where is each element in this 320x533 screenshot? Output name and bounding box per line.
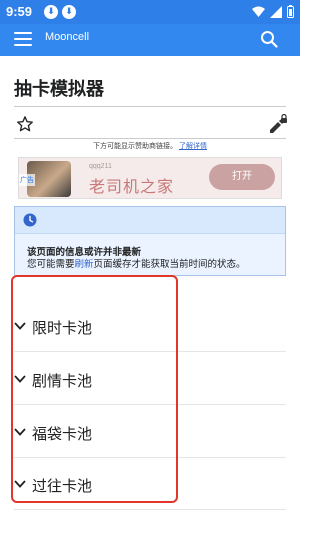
section-label: 限时卡池	[32, 319, 93, 337]
ad-banner[interactable]: 广告 qqq211 老司机之家 打开	[18, 157, 282, 199]
menu-icon[interactable]	[14, 32, 32, 48]
ad-headline: 老司机之家	[89, 177, 175, 196]
status-time: 9:59	[6, 4, 33, 19]
outdated-notice: 该页面的信息或许并非最新 您可能需要刷新页面缓存才能获取当前时间的状态。	[14, 206, 286, 276]
chevron-down-icon	[14, 428, 26, 436]
notice-title: 该页面的信息或许并非最新	[27, 247, 142, 258]
notice-body-prefix: 您可能需要	[27, 259, 75, 270]
refresh-link[interactable]: 刷新	[75, 259, 94, 270]
app-title: Mooncell	[45, 31, 90, 43]
section-label: 福袋卡池	[32, 425, 93, 443]
notice-header	[15, 207, 285, 234]
star-icon[interactable]	[16, 115, 34, 133]
wifi-icon	[252, 6, 265, 17]
divider	[14, 106, 286, 107]
section-label: 剧情卡池	[32, 372, 93, 390]
search-icon[interactable]	[260, 30, 278, 48]
chevron-down-icon	[14, 375, 26, 383]
chevron-down-icon	[14, 322, 26, 330]
notice-body: 您可能需要刷新页面缓存才能获取当前时间的状态。	[27, 258, 279, 272]
ad-label: 广告	[19, 174, 35, 186]
app-bar: Mooncell	[0, 24, 300, 56]
section-item[interactable]: 福袋卡池	[14, 406, 286, 458]
section-item[interactable]: 剧情卡池	[14, 353, 286, 405]
ad-learn-more-link[interactable]: 了解详情	[179, 143, 207, 150]
chevron-down-icon	[14, 480, 26, 488]
ad-open-button[interactable]: 打开	[209, 164, 275, 190]
download-icon: ⬇	[62, 5, 76, 19]
edit-lock-icon[interactable]	[268, 114, 288, 134]
signal-icon	[270, 5, 282, 18]
ad-notice: 下方可能显示赞助商链接。 了解详情	[0, 141, 300, 151]
clock-icon	[23, 213, 37, 227]
section-item[interactable]: 过往卡池	[14, 458, 286, 510]
notice-body-suffix: 页面缓存才能获取当前时间的状态。	[93, 259, 246, 270]
ad-notice-text: 下方可能显示赞助商链接。	[93, 143, 178, 150]
divider	[14, 138, 286, 139]
section-item[interactable]: 限时卡池	[14, 300, 286, 352]
status-bar: 9:59 ⬇ ⬇	[0, 0, 300, 24]
section-label: 过往卡池	[32, 477, 93, 495]
ad-account: qqq211	[89, 163, 112, 170]
download-icon: ⬇	[44, 5, 58, 19]
page-title: 抽卡模拟器	[14, 79, 104, 100]
battery-icon	[287, 5, 294, 18]
